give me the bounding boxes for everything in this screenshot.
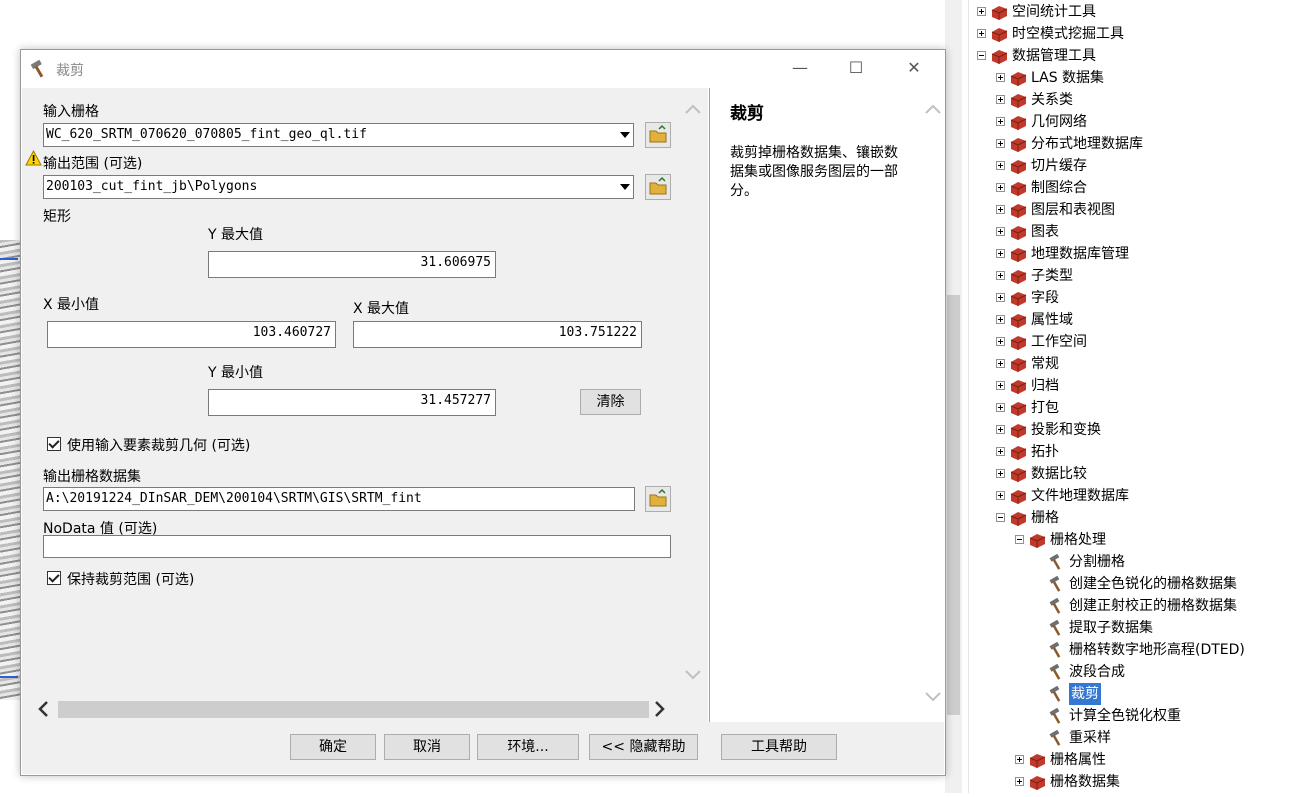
toolbox-tree: [968, 0, 1301, 793]
catalog-scrollbar-thumb[interactable]: [947, 295, 960, 715]
tool-help-button[interactable]: 工具帮助: [721, 734, 837, 760]
folder-open-icon: [649, 488, 667, 507]
maintain-extent-checkbox[interactable]: [47, 571, 61, 585]
maintain-extent-label: 保持裁剪范围 (可选): [67, 572, 195, 588]
output-raster-label: 输出栅格数据集: [43, 469, 141, 485]
use-geometry-checkbox[interactable]: [47, 437, 61, 451]
help-text: 裁剪掉栅格数据集、镶嵌数据集或图像服务图层的一部分。: [730, 145, 898, 199]
parameters-pane: 输入栅格 WC_620_SRTM_070620_070805_fint_geo_…: [22, 88, 708, 722]
y-min-value: 31.457277: [420, 393, 491, 408]
clear-button[interactable]: 清除: [580, 389, 641, 415]
dialog-button-bar: 确定 取消 环境... << 隐藏帮助 工具帮助: [22, 722, 944, 774]
map-background: [0, 240, 21, 700]
output-extent-label: 输出范围 (可选): [43, 156, 143, 172]
hide-help-button[interactable]: << 隐藏帮助: [589, 734, 698, 760]
maximize-button[interactable]: ☐: [827, 50, 885, 88]
output-raster-value: A:\20191224_DInSAR_DEM\200104\SRTM\GIS\S…: [46, 491, 422, 506]
map-feature-line: [0, 258, 18, 260]
minimize-button[interactable]: —: [771, 50, 829, 88]
folder-open-icon: [649, 124, 667, 143]
y-min-input[interactable]: 31.457277: [208, 389, 496, 416]
x-max-value: 103.751222: [558, 325, 637, 340]
x-min-value: 103.460727: [252, 325, 331, 340]
y-min-label: Y 最小值: [208, 365, 264, 381]
output-raster-browse-button[interactable]: [645, 486, 671, 512]
scroll-left-icon[interactable]: [36, 700, 52, 718]
output-extent-value: 200103_cut_fint_jb\Polygons: [46, 179, 258, 194]
chevron-down-icon[interactable]: [620, 132, 630, 138]
horizontal-scrollbar-thumb[interactable]: [58, 701, 649, 718]
input-raster-dropdown[interactable]: WC_620_SRTM_070620_070805_fint_geo_ql.ti…: [43, 123, 634, 147]
y-max-label: Y 最大值: [208, 227, 264, 243]
input-raster-browse-button[interactable]: [645, 122, 671, 148]
y-max-value: 31.606975: [420, 255, 491, 270]
warning-icon: [25, 150, 42, 166]
output-raster-input[interactable]: A:\20191224_DInSAR_DEM\200104\SRTM\GIS\S…: [43, 487, 635, 511]
close-button[interactable]: ✕: [885, 50, 943, 88]
environments-button[interactable]: 环境...: [477, 734, 579, 760]
x-max-label: X 最大值: [353, 301, 410, 317]
input-raster-label: 输入栅格: [43, 104, 99, 120]
help-pane: 裁剪 裁剪掉栅格数据集、镶嵌数据集或图像服务图层的一部分。: [709, 88, 944, 722]
scroll-down-icon[interactable]: [924, 690, 942, 704]
clip-dialog: 裁剪 — ☐ ✕ 输入栅格 WC_620_SRTM_070620_070805_…: [20, 49, 946, 776]
x-max-input[interactable]: 103.751222: [353, 321, 642, 348]
nodata-input[interactable]: [43, 535, 671, 558]
scroll-down-icon[interactable]: [684, 668, 702, 682]
output-extent-browse-button[interactable]: [645, 174, 671, 200]
hammer-icon: [30, 59, 44, 78]
scroll-right-icon[interactable]: [651, 700, 667, 718]
dialog-titlebar: 裁剪 — ☐ ✕: [21, 50, 945, 88]
rectangle-label: 矩形: [43, 209, 71, 225]
dialog-title: 裁剪: [56, 63, 84, 79]
output-extent-dropdown[interactable]: 200103_cut_fint_jb\Polygons: [43, 175, 634, 199]
scroll-up-icon[interactable]: [924, 102, 942, 116]
map-feature-line: [0, 676, 18, 678]
input-raster-value: WC_620_SRTM_070620_070805_fint_geo_ql.ti…: [46, 127, 367, 142]
scroll-up-icon[interactable]: [684, 102, 702, 116]
chevron-down-icon[interactable]: [620, 184, 630, 190]
help-title: 裁剪: [730, 104, 764, 124]
use-geometry-label: 使用输入要素裁剪几何 (可选): [67, 438, 251, 454]
x-min-input[interactable]: 103.460727: [47, 321, 336, 348]
y-max-input[interactable]: 31.606975: [208, 251, 496, 278]
ok-button[interactable]: 确定: [290, 734, 376, 760]
cancel-button[interactable]: 取消: [384, 734, 470, 760]
x-min-label: X 最小值: [43, 297, 100, 313]
folder-open-icon: [649, 176, 667, 195]
